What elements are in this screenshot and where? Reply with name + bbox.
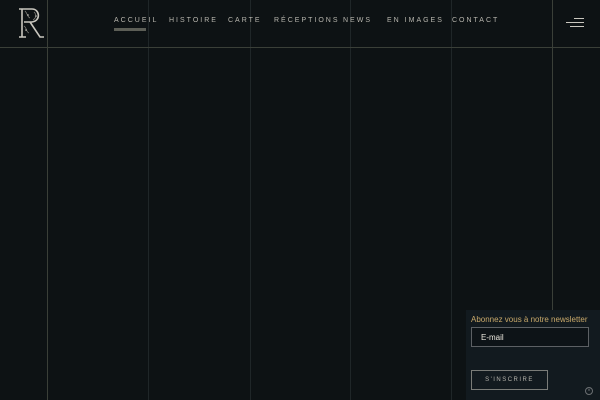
nav-item-accueil[interactable]: ACCUEIL — [114, 17, 158, 24]
nav-item-news[interactable]: NEWS — [343, 17, 372, 24]
active-nav-indicator — [114, 28, 146, 31]
menu-button[interactable] — [566, 16, 584, 30]
hamburger-menu-icon — [574, 18, 584, 19]
page: ACCUEIL HISTOIRE CARTE RÉCEPTIONS NEWS E… — [0, 0, 600, 400]
grid-line — [47, 0, 48, 400]
main-navigation: ACCUEIL HISTOIRE CARTE RÉCEPTIONS NEWS E… — [0, 0, 600, 47]
subscribe-button[interactable]: S'INSCRIRE — [471, 370, 548, 390]
email-field[interactable] — [471, 327, 589, 347]
nav-item-contact[interactable]: CONTACT — [452, 17, 499, 24]
header-divider — [0, 47, 600, 48]
grid-line — [451, 0, 452, 400]
newsletter-label: Abonnez vous à notre newsletter — [471, 315, 588, 324]
close-icon[interactable]: × — [585, 387, 593, 395]
hamburger-menu-icon — [566, 22, 584, 23]
grid-line — [250, 0, 251, 400]
grid-line — [148, 0, 149, 400]
nav-item-carte[interactable]: CARTE — [228, 17, 262, 24]
nav-item-histoire[interactable]: HISTOIRE — [169, 17, 218, 24]
nav-item-receptions[interactable]: RÉCEPTIONS — [274, 17, 340, 24]
nav-item-en-images[interactable]: EN IMAGES — [387, 17, 444, 24]
grid-line — [350, 0, 351, 400]
newsletter-panel: Abonnez vous à notre newsletter S'INSCRI… — [466, 310, 600, 400]
hamburger-menu-icon — [570, 26, 584, 27]
